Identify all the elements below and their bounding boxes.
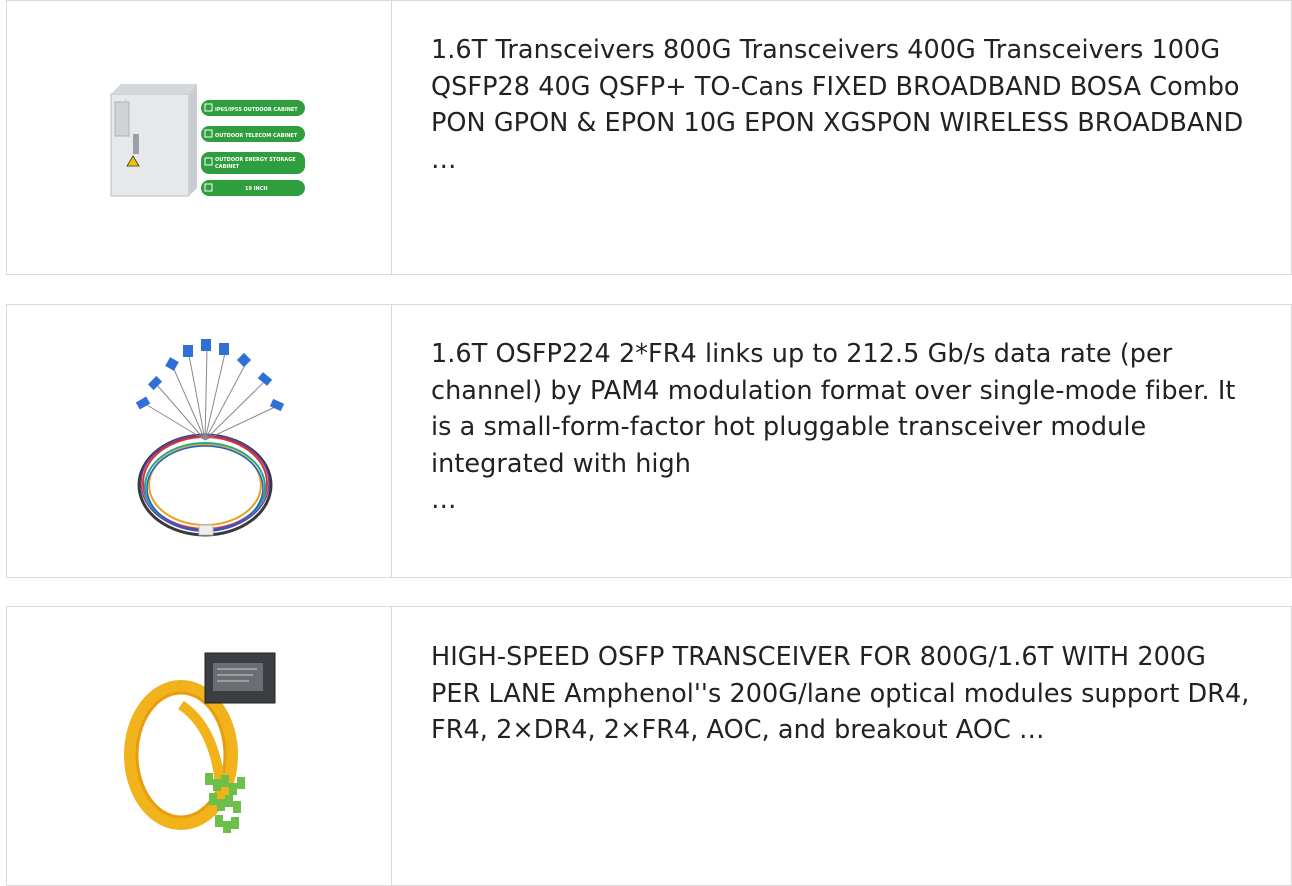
product-text-2: 1.6T OSFP224 2*FR4 links up to 212.5 Gb/…	[431, 339, 1236, 479]
ellipsis-2: …	[431, 485, 457, 515]
product-card-1[interactable]: IP65/IP55 OUTDOOR CABINET OUTDOOR TELECO…	[6, 0, 1292, 275]
ellipsis-1: …	[431, 144, 457, 175]
fiber-pigtail-illustration	[135, 339, 285, 537]
product-text-1: 1.6T Transceivers 800G Transceivers 400G…	[431, 35, 1244, 138]
tag-energy-line2: CABINET	[215, 164, 240, 170]
product-card-2[interactable]: 1.6T OSFP224 2*FR4 links up to 212.5 Gb/…	[6, 304, 1292, 578]
product-image-plc-splitter[interactable]	[7, 607, 392, 885]
product-description-1[interactable]: 1.6T Transceivers 800G Transceivers 400G…	[392, 1, 1252, 274]
plc-splitter-illustration	[124, 652, 276, 833]
product-card-3[interactable]: HIGH-SPEED OSFP TRANSCEIVER FOR 800G/1.6…	[6, 606, 1292, 886]
product-description-2[interactable]: 1.6T OSFP224 2*FR4 links up to 212.5 Gb/…	[392, 305, 1252, 577]
product-image-outdoor-cabinet[interactable]: IP65/IP55 OUTDOOR CABINET OUTDOOR TELECO…	[7, 1, 392, 274]
tag-19inch: 19 INCH	[245, 186, 268, 192]
tag-telecom: OUTDOOR TELECOM CABINET	[215, 133, 298, 139]
product-text-3: HIGH-SPEED OSFP TRANSCEIVER FOR 800G/1.6…	[431, 642, 1250, 745]
tag-ip65: IP65/IP55 OUTDOOR CABINET	[215, 107, 298, 113]
tag-energy: OUTDOOR ENERGY STORAGE	[215, 157, 296, 163]
cabinet-illustration: IP65/IP55 OUTDOOR CABINET OUTDOOR TELECO…	[110, 84, 305, 197]
product-description-3[interactable]: HIGH-SPEED OSFP TRANSCEIVER FOR 800G/1.6…	[392, 607, 1252, 885]
product-image-fiber-pigtails[interactable]	[7, 305, 392, 577]
